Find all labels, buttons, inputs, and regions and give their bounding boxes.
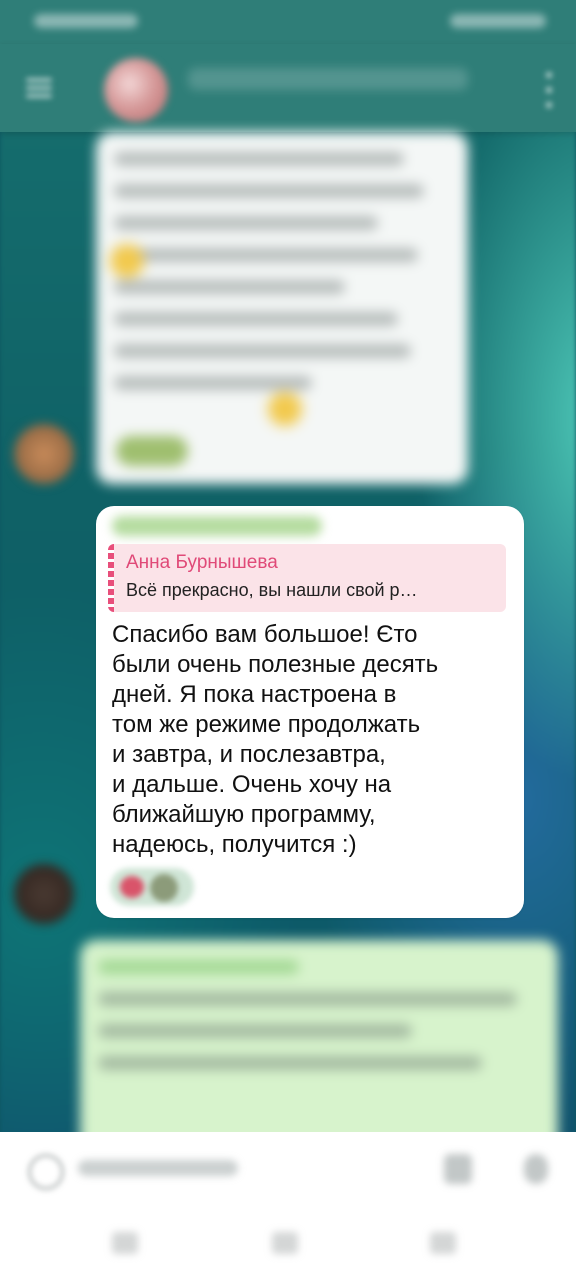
reply-accent-bar <box>108 544 114 612</box>
sender-name-blurred <box>112 516 322 536</box>
message-bubble[interactable]: Анна Бурнышева Всё прекрасно, вы нашли с… <box>96 506 524 918</box>
message-bubble-blurred[interactable] <box>96 132 468 484</box>
emoji-icon <box>268 392 302 426</box>
message-reactions[interactable] <box>116 436 188 466</box>
microphone-icon[interactable] <box>524 1154 548 1184</box>
reply-quote[interactable]: Анна Бурнышева Всё прекрасно, вы нашли с… <box>108 544 506 612</box>
message-text-blurred <box>98 960 534 1088</box>
sender-avatar[interactable] <box>14 864 74 924</box>
status-bar <box>0 0 576 44</box>
more-button[interactable] <box>544 70 554 110</box>
emoji-icon <box>110 244 144 278</box>
chat-header <box>0 44 576 132</box>
chat-avatar[interactable] <box>104 58 168 122</box>
recents-icon[interactable] <box>112 1232 138 1254</box>
system-nav-bar <box>0 1204 576 1280</box>
message-bubble-outgoing-blurred[interactable] <box>80 940 558 1160</box>
emoji-icon[interactable] <box>28 1154 64 1190</box>
reply-author: Анна Бурнышева <box>126 552 278 573</box>
heart-icon <box>120 876 144 898</box>
message-text: Спасибо вам большое! Єто были очень поле… <box>112 621 439 858</box>
reply-text: Всё прекрасно, вы нашли свой р… <box>126 580 418 600</box>
back-button[interactable] <box>20 74 60 102</box>
home-icon[interactable] <box>272 1232 298 1254</box>
status-icons <box>450 14 546 28</box>
message-reactions[interactable] <box>110 868 194 906</box>
reactor-avatar <box>150 874 178 902</box>
message-input[interactable] <box>78 1160 238 1176</box>
message-composer <box>0 1132 576 1204</box>
status-time <box>34 14 138 28</box>
message-text-blurred <box>114 152 444 408</box>
paperclip-icon[interactable] <box>444 1154 472 1184</box>
back-nav-icon[interactable] <box>430 1232 456 1254</box>
sender-avatar[interactable] <box>14 424 74 484</box>
chat-title[interactable] <box>188 68 468 90</box>
